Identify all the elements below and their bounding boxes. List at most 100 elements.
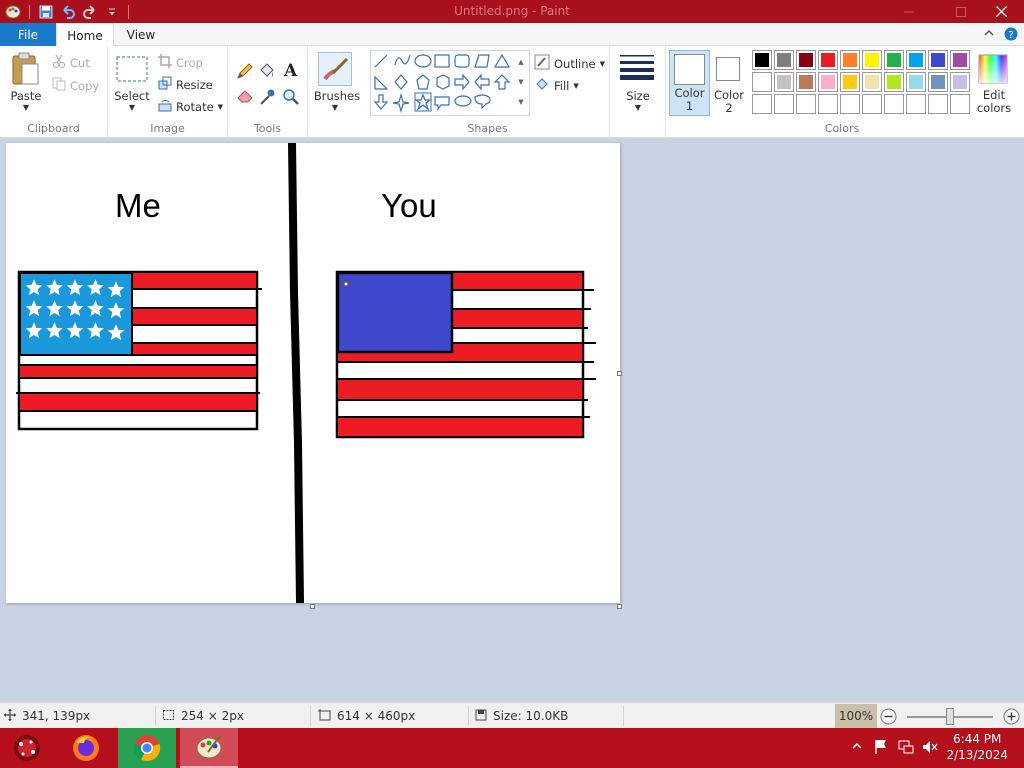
show-hidden-icons[interactable]: [852, 740, 862, 754]
zoom-in-button[interactable]: [1003, 708, 1020, 728]
image-size: 614 × 460px: [318, 703, 415, 729]
paste-button[interactable]: Paste: [6, 89, 46, 103]
text-tool-icon[interactable]: A: [282, 60, 300, 83]
color2-swatch[interactable]: [716, 57, 740, 81]
palette-swatch[interactable]: [862, 94, 882, 114]
palette-swatch[interactable]: [796, 50, 816, 70]
magnifier-icon[interactable]: [282, 88, 300, 109]
palette-swatch[interactable]: [818, 50, 838, 70]
palette-swatch-color: [953, 53, 967, 67]
palette-swatch[interactable]: [884, 94, 904, 114]
crop-button[interactable]: Crop: [158, 54, 203, 71]
palette-swatch[interactable]: [774, 50, 794, 70]
palette-swatch[interactable]: [840, 72, 860, 92]
help-icon[interactable]: ?: [1004, 27, 1018, 44]
shapes-scroll[interactable]: ▲ ▼ ▼: [514, 52, 528, 112]
taskbar-paint[interactable]: [180, 728, 238, 768]
drawing-canvas[interactable]: Me You: [6, 142, 620, 604]
palette-swatch[interactable]: [840, 50, 860, 70]
undo-icon[interactable]: [59, 3, 77, 21]
zoom-slider-thumb[interactable]: [946, 708, 954, 725]
palette-swatch[interactable]: [884, 50, 904, 70]
eraser-icon[interactable]: [236, 88, 254, 107]
paint-taskbar-icon: [196, 735, 222, 759]
minimize-button[interactable]: [886, 0, 932, 23]
palette-swatch[interactable]: [862, 72, 882, 92]
image-group-label: Image: [150, 122, 185, 135]
edit-colors-icon[interactable]: [978, 54, 1008, 84]
copy-button[interactable]: Copy: [52, 77, 99, 94]
palette-swatch[interactable]: [862, 50, 882, 70]
color1-button[interactable]: Color 1: [669, 50, 710, 116]
redo-icon[interactable]: [81, 3, 99, 21]
close-button[interactable]: [978, 0, 1024, 23]
brushes-dropdown-icon[interactable]: ▼: [330, 103, 340, 112]
paint-app-icon[interactable]: [4, 3, 22, 21]
palette-swatch[interactable]: [928, 72, 948, 92]
customize-toolbar-icon[interactable]: [103, 3, 121, 21]
palette-swatch[interactable]: [950, 50, 970, 70]
brush-icon[interactable]: [318, 52, 352, 86]
palette-swatch[interactable]: [928, 94, 948, 114]
paste-dropdown-icon[interactable]: ▼: [21, 103, 31, 112]
start-button[interactable]: [4, 728, 50, 768]
zoom-out-button[interactable]: [880, 708, 897, 728]
color1-swatch: [674, 54, 705, 85]
resize-handle-bottom[interactable]: [310, 604, 315, 609]
tab-home[interactable]: Home: [56, 23, 114, 47]
select-icon[interactable]: [116, 56, 148, 85]
rotate-button[interactable]: Rotate ▼: [158, 98, 223, 115]
taskbar-firefox[interactable]: [58, 728, 114, 768]
resize-icon: [158, 76, 172, 93]
system-clock[interactable]: 6:44 PM 2/13/2024: [946, 731, 1008, 763]
palette-swatch[interactable]: [884, 72, 904, 92]
palette-swatch[interactable]: [752, 72, 772, 92]
palette-swatch[interactable]: [752, 50, 772, 70]
shapes-gallery-icons[interactable]: [371, 51, 521, 117]
fill-bucket-icon[interactable]: [258, 62, 276, 83]
palette-swatch[interactable]: [774, 72, 794, 92]
palette-swatch[interactable]: [950, 72, 970, 92]
save-icon[interactable]: [37, 3, 55, 21]
select-button[interactable]: Select: [112, 89, 152, 103]
pencil-icon[interactable]: [236, 62, 254, 83]
edit-colors-button[interactable]: Edit colors: [972, 89, 1016, 115]
palette-swatch[interactable]: [774, 94, 794, 114]
palette-swatch-color: [843, 53, 857, 67]
palette-swatch[interactable]: [796, 94, 816, 114]
palette-swatch[interactable]: [840, 94, 860, 114]
line-size-icon[interactable]: [620, 54, 654, 83]
cut-button[interactable]: Cut: [52, 54, 90, 71]
palette-swatch[interactable]: [906, 72, 926, 92]
outline-button[interactable]: Outline ▼: [534, 54, 605, 73]
network-icon[interactable]: [898, 739, 914, 758]
palette-swatch[interactable]: [928, 50, 948, 70]
palette-swatch[interactable]: [906, 94, 926, 114]
palette-swatch[interactable]: [796, 72, 816, 92]
resize-handle-corner[interactable]: [617, 604, 622, 609]
volume-muted-icon[interactable]: [922, 739, 938, 758]
collapse-ribbon-icon[interactable]: [984, 27, 994, 44]
palette-swatch[interactable]: [906, 50, 926, 70]
size-button[interactable]: Size: [614, 89, 662, 103]
palette-swatch[interactable]: [950, 94, 970, 114]
palette-swatch[interactable]: [818, 72, 838, 92]
brushes-button[interactable]: Brushes: [310, 89, 364, 103]
palette-swatch-color: [931, 53, 945, 67]
tab-file[interactable]: File: [0, 23, 56, 46]
color2-label[interactable]: Color 2: [710, 89, 748, 115]
tab-view[interactable]: View: [114, 23, 168, 46]
palette-swatch[interactable]: [752, 94, 772, 114]
flag-notification-icon[interactable]: [874, 739, 888, 758]
paste-icon[interactable]: [10, 52, 42, 89]
fill-button[interactable]: Fill ▼: [534, 76, 579, 95]
palette-swatch[interactable]: [818, 94, 838, 114]
select-dropdown-icon[interactable]: ▼: [127, 103, 137, 112]
taskbar-chrome[interactable]: [118, 728, 176, 768]
image-size-value: 614 × 460px: [337, 709, 416, 723]
resize-button[interactable]: Resize: [158, 76, 213, 93]
size-dropdown-icon[interactable]: ▼: [633, 103, 643, 112]
resize-handle-right[interactable]: [617, 371, 622, 376]
canvas-workspace[interactable]: Me You: [0, 139, 1024, 702]
color-picker-icon[interactable]: [259, 88, 275, 109]
